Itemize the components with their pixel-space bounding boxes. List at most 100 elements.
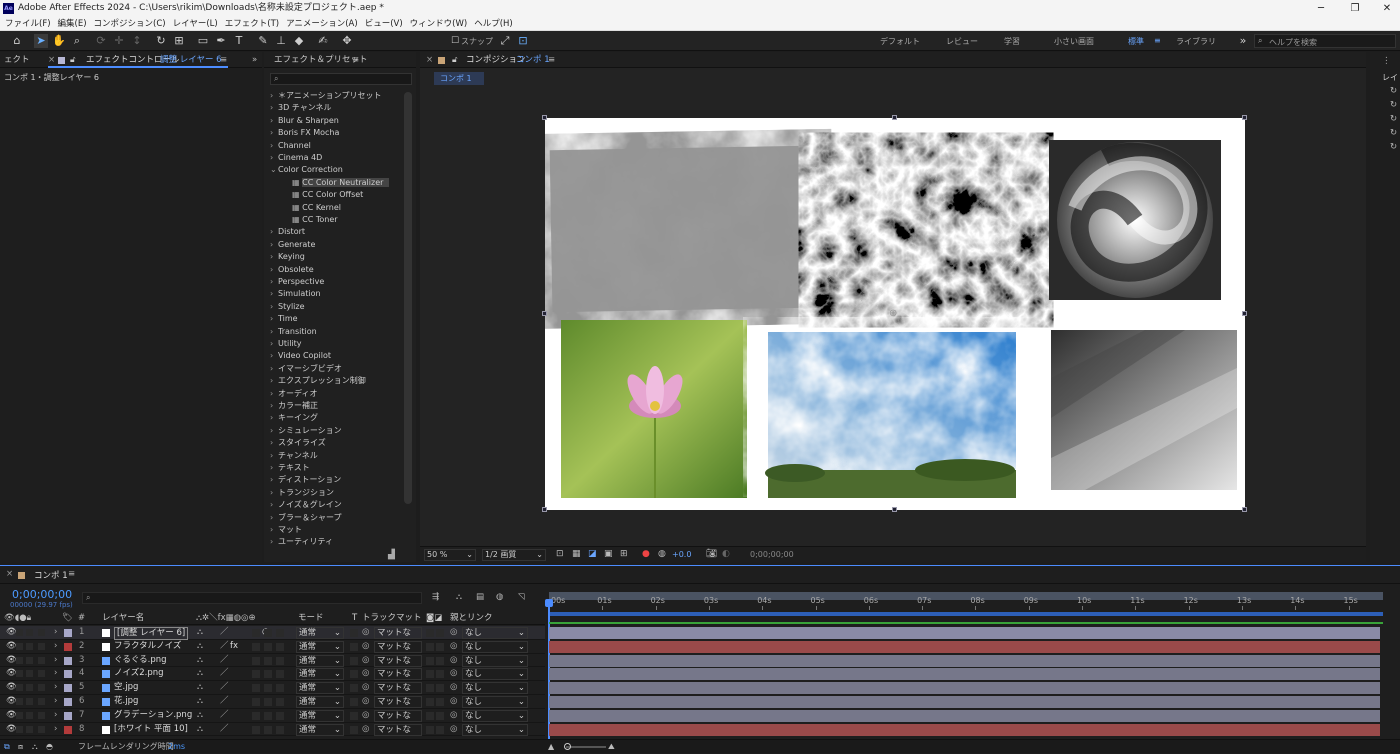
align-icon[interactable]: ↻: [1390, 114, 1397, 124]
layer-switch-box[interactable]: [276, 711, 284, 720]
label-color-swatch[interactable]: [64, 698, 72, 706]
timeline-zoom-slider[interactable]: [566, 746, 606, 748]
lock-switch[interactable]: [38, 629, 45, 636]
maximize-icon[interactable]: ❐: [1338, 0, 1372, 17]
matte-pickwhip-icon[interactable]: ◎: [362, 695, 369, 709]
expand-chevron-icon[interactable]: ›: [54, 723, 57, 737]
menu-item-5[interactable]: アニメーション(A): [286, 19, 358, 29]
chevron-right-icon[interactable]: ›: [270, 140, 278, 152]
label-color-swatch[interactable]: [64, 684, 72, 693]
matte-switch-box[interactable]: [436, 684, 444, 693]
layer-switch-box[interactable]: [264, 642, 272, 651]
effect-category[interactable]: › Perspective: [270, 276, 324, 288]
effect-category[interactable]: › ブラー＆シャープ: [270, 512, 342, 524]
parent-dropdown[interactable]: なし ⌄: [462, 668, 528, 681]
layer-switch-box[interactable]: [264, 698, 272, 706]
preserve-transparency-box[interactable]: [350, 656, 358, 665]
timeline-search-input[interactable]: ⌕: [82, 592, 422, 604]
effect-item[interactable]: ▦ CC Color Neutralizer: [292, 177, 390, 189]
chevron-right-icon[interactable]: ›: [270, 115, 278, 127]
expand-chevron-icon[interactable]: ›: [54, 667, 57, 681]
layer-row[interactable]: 👁︎›6花.jpg⛬／通常⌄◎マットなし⌄◎なし⌄: [0, 695, 545, 709]
matte-switch-box[interactable]: [426, 642, 434, 651]
matte-switch-box[interactable]: [436, 711, 444, 720]
layer-switch-box[interactable]: [252, 629, 260, 637]
mode-dropdown[interactable]: 通常 ⌄: [296, 640, 344, 653]
panel-menu-icon[interactable]: ⋮: [1382, 56, 1391, 66]
handle-bottom-left[interactable]: [542, 507, 547, 512]
track-matte-dropdown[interactable]: マットなし⌄: [374, 723, 422, 736]
anchor-point-icon[interactable]: ⊕: [889, 308, 897, 319]
handle-top-left[interactable]: [542, 115, 547, 120]
menu-item-7[interactable]: ウィンドウ(W): [410, 19, 468, 29]
matte-switch-box[interactable]: [436, 670, 444, 679]
effect-item[interactable]: ▦ CC Kernel: [292, 202, 341, 214]
resolution-dropdown[interactable]: 1/2 画質 ⌄: [482, 549, 546, 561]
label-color-swatch[interactable]: [64, 642, 72, 651]
parent-pickwhip-icon[interactable]: ◎: [450, 695, 457, 709]
layer-switch-box[interactable]: [276, 656, 284, 665]
mode-dropdown[interactable]: 通常 ⌄: [296, 654, 344, 667]
matte-pickwhip-icon[interactable]: ◎: [362, 681, 369, 695]
workspace-4[interactable]: 標準: [1128, 36, 1144, 47]
effect-category[interactable]: › Video Copilot: [270, 350, 331, 362]
layer-duration-bar[interactable]: [549, 682, 1380, 695]
solo-switch[interactable]: [26, 711, 33, 719]
color-channels-icon[interactable]: ●: [642, 549, 650, 559]
lock-switch[interactable]: [38, 642, 45, 650]
mode-dropdown[interactable]: 通常 ⌄: [296, 668, 344, 681]
effect-category[interactable]: › Cinema 4D: [270, 152, 322, 164]
audio-switch[interactable]: [16, 629, 23, 636]
layer-duration-bar[interactable]: [549, 709, 1380, 722]
handle-bottom-right[interactable]: [1242, 507, 1247, 512]
matte-switch-box[interactable]: [426, 684, 434, 693]
fast-preview-icon[interactable]: ⊡: [556, 549, 564, 559]
home-icon[interactable]: ⌂: [10, 34, 24, 48]
layer-switch-box[interactable]: [264, 629, 272, 637]
workspace-0[interactable]: デフォルト: [880, 36, 920, 47]
effect-category[interactable]: ⌄Color Correction: [270, 164, 343, 176]
dolly-tool-icon[interactable]: ↕: [130, 34, 144, 48]
matte-switch-box[interactable]: [426, 711, 434, 720]
timeline-tab-label[interactable]: コンポ 1: [34, 569, 68, 581]
layer-name[interactable]: ノイズ2.png: [114, 667, 164, 681]
av-switches-icon[interactable]: 👁︎◖●🔒︎: [4, 612, 31, 625]
layer-duration-bar[interactable]: [549, 640, 1380, 653]
matte-switch-box[interactable]: [426, 670, 434, 679]
chevron-right-icon[interactable]: ›: [270, 313, 278, 325]
solo-switch[interactable]: [26, 629, 33, 636]
mode-dropdown[interactable]: 通常 ⌄: [296, 723, 344, 736]
snap-grid-icon[interactable]: ⊡: [516, 34, 530, 48]
preserve-transparency-box[interactable]: [350, 725, 358, 734]
chevron-right-icon[interactable]: ›: [270, 127, 278, 139]
lock-switch[interactable]: [38, 684, 45, 692]
expand-chevron-icon[interactable]: ›: [54, 695, 57, 709]
layer-switch-box[interactable]: [252, 642, 260, 651]
preserve-transparency-box[interactable]: [350, 684, 358, 693]
effect-category[interactable]: › ディストーション: [270, 474, 341, 486]
rectangle-tool-icon[interactable]: ▭: [196, 34, 210, 48]
layer-row[interactable]: 👁︎›7グラデーション.png⛬／通常⌄◎マットなし⌄◎なし⌄: [0, 709, 545, 723]
track-matte-header[interactable]: トラックマット: [362, 612, 422, 625]
menu-item-4[interactable]: エフェクト(T): [225, 19, 279, 29]
close-tab-icon[interactable]: ×: [426, 52, 433, 68]
close-tab-icon[interactable]: ×: [6, 569, 13, 579]
lock-switch[interactable]: [38, 711, 45, 719]
menu-item-6[interactable]: ビュー(V): [365, 19, 403, 29]
parent-dropdown[interactable]: なし ⌄: [462, 709, 528, 722]
brush-tool-icon[interactable]: ✎: [256, 34, 270, 48]
effect-category[interactable]: › ＊アニメーションプリセット: [270, 90, 381, 102]
handle-left[interactable]: [542, 311, 547, 316]
audio-switch[interactable]: [16, 656, 23, 664]
matte-switch-box[interactable]: [426, 629, 434, 637]
chevron-right-icon[interactable]: ›: [270, 450, 278, 462]
chevron-right-icon[interactable]: ›: [270, 239, 278, 251]
track-matte-dropdown[interactable]: マットなし⌄: [374, 696, 422, 708]
show-snapshot-icon[interactable]: ◐: [722, 549, 730, 559]
lock-switch[interactable]: [38, 656, 45, 664]
effect-category[interactable]: › カラー補正: [270, 400, 318, 412]
panel-menu-icon[interactable]: ≡: [352, 52, 359, 68]
workspace-5[interactable]: ライブラリ: [1176, 36, 1216, 47]
quality-switch-icon[interactable]: ／: [220, 695, 229, 709]
handle-bottom[interactable]: [892, 507, 897, 512]
